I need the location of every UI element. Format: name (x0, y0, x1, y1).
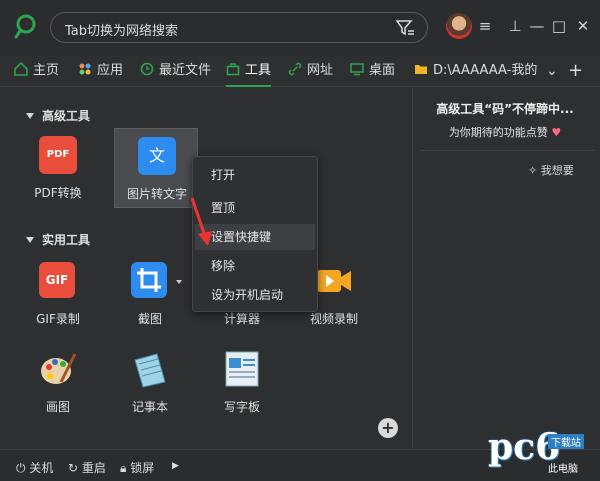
want-label: 我想要 (540, 164, 574, 177)
lock-button[interactable]: 🔒︎ 锁屏 (120, 459, 154, 476)
search-logo-icon[interactable] (14, 13, 40, 39)
restart-label: 重启 (81, 461, 106, 475)
ocr-icon-text: 文 (148, 146, 165, 165)
tool-label: 视频录制 (309, 312, 358, 326)
tool-label: 截图 (137, 312, 162, 326)
promo-title: 高级工具“码”不停蹄中... (436, 102, 574, 116)
pdf-icon-text: PDF (46, 149, 70, 160)
menu-item-remove[interactable]: 移除 (195, 253, 315, 279)
heart-icon: ♥ (551, 126, 562, 139)
power-icon: ⏻ (16, 461, 26, 475)
menu-item-startup[interactable]: 设为开机启动 (195, 282, 315, 308)
dropdown-arrow-icon[interactable] (176, 280, 182, 284)
close-button[interactable]: ✕ (572, 15, 594, 37)
tool-label: 写字板 (223, 400, 260, 414)
tab-home[interactable]: 主页 (14, 57, 59, 87)
tool-label: 记事本 (131, 400, 168, 414)
promo-subtitle-text: 为你期待的功能点赞 (448, 126, 548, 139)
search-placeholder: Tab切换为网络搜索 (65, 24, 179, 39)
restart-icon: ↻ (68, 461, 79, 475)
tab-label: D:\AAAAAA-我的 (433, 63, 538, 78)
tab-urls[interactable]: 网址 (288, 57, 333, 87)
section-practical-tools: 实用工具 (26, 231, 90, 248)
tab-label: 主页 (33, 63, 60, 78)
clock-icon (140, 62, 154, 76)
tool-notepad[interactable]: 记事本 (108, 342, 192, 422)
lock-label: 锁屏 (130, 461, 155, 475)
add-tab-button[interactable]: + (568, 57, 583, 87)
want-it-button[interactable]: ✧ 我想要 (528, 162, 574, 178)
tool-label: GIF录制 (36, 312, 80, 326)
shutdown-button[interactable]: ⏻ 关机 (16, 459, 53, 476)
tool-label: 图片转文字 (126, 187, 187, 201)
tab-label: 最近文件 (159, 63, 212, 78)
tab-desktop[interactable]: 桌面 (350, 57, 395, 87)
tab-label: 应用 (97, 63, 124, 78)
panel-divider (412, 88, 413, 448)
right-divider (420, 150, 595, 151)
restart-button[interactable]: ↻ 重启 (68, 459, 106, 476)
tab-apps[interactable]: 应用 (78, 57, 123, 87)
video-camera-icon (315, 262, 353, 300)
gif-icon-text: GIF (45, 273, 69, 287)
avatar[interactable] (446, 13, 472, 39)
tab-label: 网址 (307, 63, 334, 78)
pin-icon[interactable]: ⊥ (504, 15, 526, 37)
tool-label: 计算器 (223, 312, 260, 326)
section-advanced-tools: 高级工具 (26, 107, 90, 124)
tool-image-to-text[interactable]: 文 图片转文字 (114, 128, 198, 208)
search-input[interactable]: Tab切换为网络搜索 (50, 12, 428, 43)
maximize-button[interactable]: □ (548, 15, 570, 37)
this-pc-label: 此电脑 (548, 464, 578, 475)
gif-icon: GIF (39, 262, 75, 298)
home-icon (14, 62, 28, 76)
toolbox-icon (226, 63, 240, 76)
tool-wordpad[interactable]: 写字板 (200, 342, 284, 422)
apps-icon (79, 63, 91, 75)
filter-icon[interactable] (395, 19, 415, 37)
link-icon (288, 62, 302, 76)
promo-subtitle: 为你期待的功能点赞 ♥ (420, 124, 590, 140)
watermark: pc6 下载站 此电脑 (488, 424, 598, 476)
lock-icon: 🔒︎ (120, 461, 127, 475)
tool-paint[interactable]: 画图 (16, 342, 100, 422)
tab-recent-files[interactable]: 最近文件 (140, 57, 211, 87)
tab-tools[interactable]: 工具 (226, 57, 272, 87)
tool-pdf-convert[interactable]: PDF PDF转换 (16, 128, 100, 208)
notepad-icon (131, 350, 169, 388)
tab-bar: 主页 应用 最近文件 工具 网址 桌面 D:\AAAAAA-我的 ⌄ + (0, 57, 600, 87)
tool-gif-record[interactable]: GIF GIF录制 (16, 254, 100, 334)
ocr-icon: 文 (138, 137, 176, 175)
sparkle-icon: ✧ (528, 164, 538, 177)
palette-icon (39, 350, 77, 388)
crop-icon (131, 262, 167, 298)
wordpad-icon (223, 350, 261, 388)
tab-label: 桌面 (369, 63, 396, 78)
menu-item-open[interactable]: 打开 (195, 162, 315, 188)
watermark-tag: 下载站 (548, 434, 584, 449)
tab-label: 工具 (245, 63, 272, 78)
app-window: Tab切换为网络搜索 ≡ ⊥ — □ ✕ 主页 应用 最近文件 工具 网址 桌面… (0, 0, 600, 481)
shutdown-label: 关机 (29, 461, 54, 475)
red-arrow-annotation (190, 197, 212, 246)
top-bar: Tab切换为网络搜索 ≡ ⊥ — □ ✕ (0, 0, 600, 56)
monitor-icon (350, 63, 364, 76)
minimize-button[interactable]: — (526, 15, 548, 37)
menu-icon[interactable]: ≡ (474, 15, 496, 37)
pdf-icon: PDF (39, 136, 77, 174)
tab-folder[interactable]: D:\AAAAAA-我的 (414, 57, 537, 87)
tab-more-icon[interactable]: ⌄ (546, 57, 558, 87)
tool-screenshot[interactable]: 截图 (108, 254, 192, 334)
add-tool-button[interactable]: + (378, 418, 398, 438)
folder-icon (415, 65, 427, 74)
more-arrow-icon[interactable]: ▶ (172, 461, 179, 471)
tool-label: PDF转换 (34, 186, 82, 200)
tool-label: 画图 (45, 400, 70, 414)
